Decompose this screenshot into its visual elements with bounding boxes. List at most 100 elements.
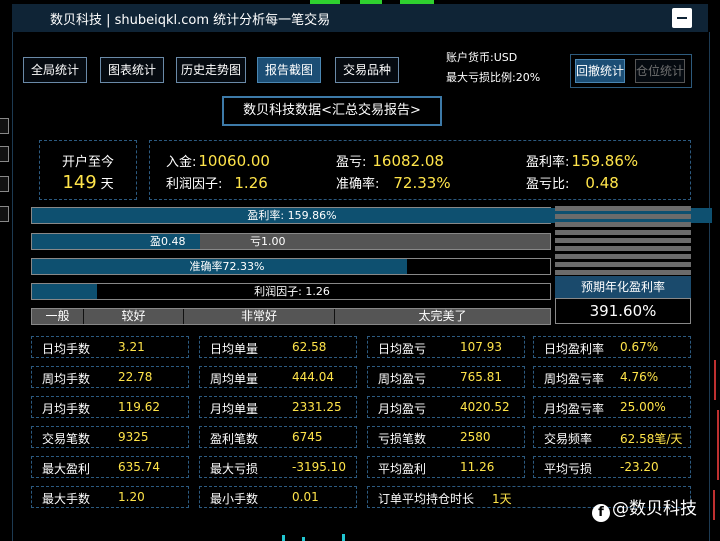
stat-cell: 盈利笔数 6745: [199, 426, 357, 448]
win-loss-bar: 盈0.48 亏1.00: [31, 233, 551, 250]
stat-label: 月均盈亏: [378, 402, 427, 416]
stat-value: 635.74: [118, 460, 160, 474]
tab-chart-stats[interactable]: 图表统计: [100, 57, 164, 83]
stat-cell: 最大亏损 -3195.10: [199, 456, 357, 478]
tab-report-screenshot[interactable]: 报告截图: [257, 57, 321, 83]
rating-scale: 一般 较好 非常好 太完美了: [31, 308, 551, 325]
stat-cell-min-lots: 最小手数 0.01: [199, 486, 357, 508]
stat-value: 107.93: [460, 340, 502, 354]
tab-drawdown-stats[interactable]: 回撤统计: [575, 59, 625, 83]
projection-value: 391.60%: [555, 298, 691, 324]
stat-cell: 周均盈亏 765.81: [367, 366, 525, 388]
account-currency: 账户货币:USD: [446, 51, 518, 64]
summary-box: 入金: 10060.00 盈亏: 16082.08 盈利率: 159.86% 利润因子…: [149, 140, 691, 200]
profit-rate-bar: 盈利率: 159.86%: [31, 207, 712, 224]
pl-ratio-label: 盈亏比:: [526, 177, 570, 192]
stat-cell: 日均盈利率 0.67%: [533, 336, 691, 358]
stat-value: 0.01: [292, 490, 319, 504]
stat-value: 3.21: [118, 340, 145, 354]
stat-label: 月均盈亏率: [544, 402, 605, 416]
stat-label: 周均盈亏: [378, 372, 427, 386]
background-chart-right: [712, 350, 720, 540]
tab-global-stats[interactable]: 全局统计: [23, 57, 87, 83]
stat-cell: 月均手数 119.62: [31, 396, 189, 418]
stat-value: 2580: [460, 430, 491, 444]
stat-value: 1.20: [118, 490, 145, 504]
deposit-label: 入金:: [166, 155, 197, 170]
stat-cell: 日均手数 3.21: [31, 336, 189, 358]
stat-value: 2331.25: [292, 400, 342, 414]
stat-cell: 月均盈亏 4020.52: [367, 396, 525, 418]
watermark-text: @数贝科技: [612, 499, 697, 519]
stat-label: 平均盈利: [378, 462, 427, 476]
stat-label: 月均单量: [210, 402, 259, 416]
stat-label: 亏损笔数: [378, 432, 427, 446]
stat-value: 4020.52: [460, 400, 510, 414]
rating-perfect: 太完美了: [418, 309, 467, 323]
window-title: 数贝科技 | shubeiqkl.com 统计分析每一笔交易: [50, 13, 331, 28]
pl-ratio-value: 0.48: [585, 174, 619, 192]
profit-stat: 盈亏: 16082.08: [336, 151, 444, 170]
stat-value: 62.58: [292, 340, 327, 354]
profit-factor-stat: 利润因子: 1.26: [166, 173, 268, 192]
rating-very-good: 非常好: [184, 309, 335, 324]
deposit-value: 10060.00: [198, 152, 270, 170]
stat-label: 最大手数: [42, 492, 91, 506]
stat-label: 日均盈利率: [544, 342, 605, 356]
days-value: 149: [62, 172, 97, 193]
max-drawdown-ratio: 最大亏损比例:20%: [446, 71, 541, 84]
background-chart-left: [0, 0, 12, 541]
profit-rate-stat: 盈利率: 159.86%: [526, 151, 638, 170]
stat-cell: 最大盈利 635.74: [31, 456, 189, 478]
stat-cell: 交易频率 62.58笔/天: [533, 426, 691, 448]
minimize-button[interactable]: [672, 8, 692, 28]
background-chart-bottom: [12, 533, 720, 541]
stat-label: 最大盈利: [42, 462, 91, 476]
stat-value: 25.00%: [620, 400, 666, 414]
stat-cell: 周均单量 444.04: [199, 366, 357, 388]
tab-trade-symbols[interactable]: 交易品种: [335, 57, 399, 83]
stat-label: 交易笔数: [42, 432, 91, 446]
profit-rate-label: 盈利率:: [526, 155, 570, 170]
projection-label: 预期年化盈利率: [555, 276, 691, 298]
account-info: 账户货币:USD 最大亏损比例:20%: [446, 48, 540, 88]
stat-value: 1天: [492, 492, 512, 506]
stat-value: 62.58笔/天: [620, 432, 683, 446]
stat-cell: 日均单量 62.58: [199, 336, 357, 358]
pl-ratio-stat: 盈亏比: 0.48: [526, 173, 619, 192]
profit-rate-value: 159.86%: [571, 152, 639, 170]
tab-position-stats[interactable]: 仓位统计: [635, 59, 685, 83]
report-title: 数贝科技数据<汇总交易报告>: [222, 96, 442, 126]
days-label: 开户至今: [61, 155, 114, 170]
stat-cell: 平均亏损 -23.20: [533, 456, 691, 478]
stat-label: 日均盈亏: [378, 342, 427, 356]
stat-cell: 月均盈亏率 25.00%: [533, 396, 691, 418]
stat-value: 11.26: [460, 460, 495, 474]
stat-label: 订单平均持仓时长: [378, 492, 475, 506]
window-titlebar: 数贝科技 | shubeiqkl.com 统计分析每一笔交易: [12, 4, 708, 32]
stat-cell: 周均手数 22.78: [31, 366, 189, 388]
stat-value: 4.76%: [620, 370, 659, 384]
profit-factor-value: 1.26: [234, 174, 268, 192]
stat-label: 盈利笔数: [210, 432, 259, 446]
stat-cell: 亏损笔数 2580: [367, 426, 525, 448]
stat-cell: 周均盈亏率 4.76%: [533, 366, 691, 388]
tab-history-trend[interactable]: 历史走势图: [176, 57, 246, 83]
days-unit: 天: [100, 177, 114, 192]
loss-bar-label: 亏1.00: [250, 235, 286, 248]
stat-cell: 平均盈利 11.26: [367, 456, 525, 478]
accuracy-value: 72.33%: [393, 174, 451, 192]
stat-value: -3195.10: [292, 460, 346, 474]
profit-factor-label: 利润因子:: [166, 177, 223, 192]
stat-label: 月均手数: [42, 402, 91, 416]
stat-label: 日均单量: [210, 342, 259, 356]
weibo-logo-icon: f: [592, 504, 610, 522]
stat-value: 444.04: [292, 370, 334, 384]
report-window: 全局统计 图表统计 历史走势图 报告截图 交易品种 账户货币:USD 最大亏损比…: [12, 32, 712, 541]
stat-value: -23.20: [620, 460, 659, 474]
stat-label: 最小手数: [210, 492, 259, 506]
profit-value: 16082.08: [372, 152, 444, 170]
accuracy-bar: 准确率72.33%: [31, 258, 551, 275]
accuracy-stat: 准确率: 72.33%: [336, 173, 451, 192]
rating-good: 较好: [84, 309, 184, 324]
